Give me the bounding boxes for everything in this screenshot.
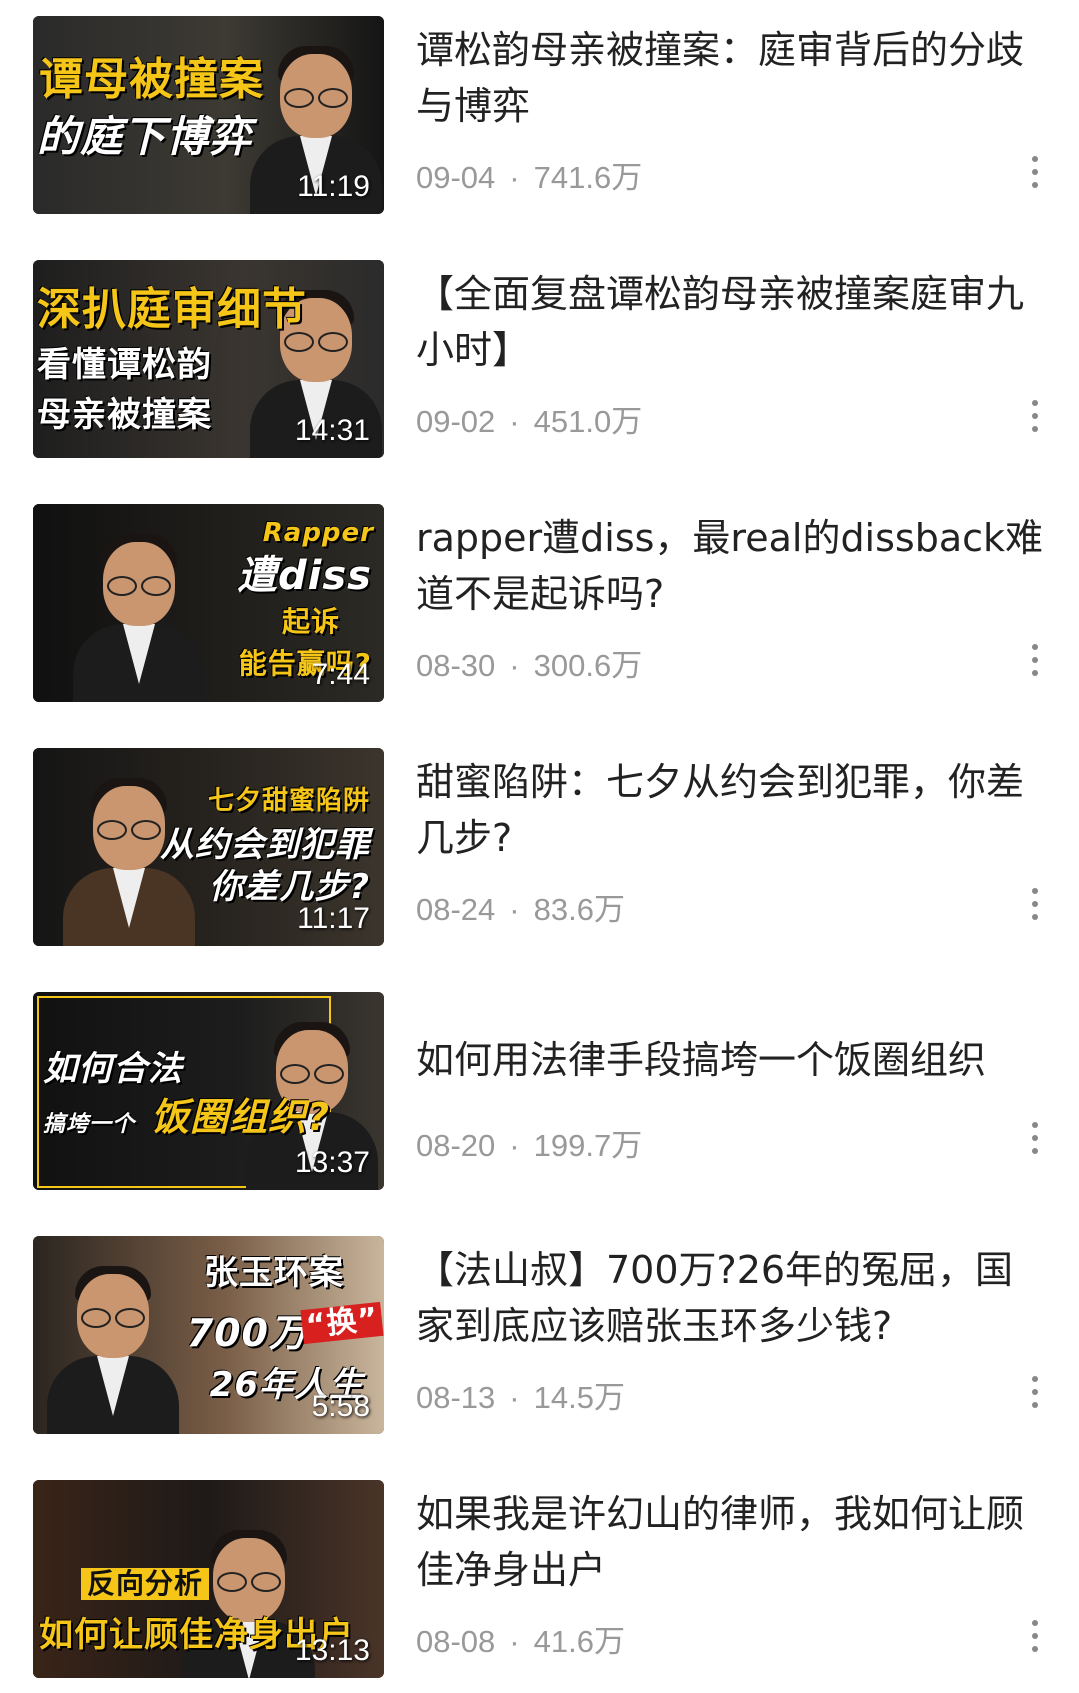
- thumbnail-overlay-text: 如何合法: [43, 1049, 183, 1089]
- more-vertical-icon[interactable]: [1030, 156, 1040, 192]
- video-meta: 08-24 · 83.6万: [416, 884, 625, 929]
- video-meta: 09-02 · 451.0万: [416, 396, 642, 441]
- thumbnail-overlay-text: 张玉环案: [204, 1253, 344, 1293]
- video-thumbnail[interactable]: 深扒庭审细节 看懂谭松韵 母亲被撞案 14:31: [33, 260, 384, 458]
- more-vertical-icon[interactable]: [1030, 888, 1040, 924]
- video-title[interactable]: 如果我是许幻山的律师，我如何让顾佳净身出户: [416, 1486, 1046, 1598]
- video-duration: 7:44: [311, 658, 370, 691]
- video-date: 09-02: [416, 404, 496, 439]
- video-duration: 13:37: [294, 1146, 370, 1179]
- thumbnail-overlay-text: 从约会到犯罪: [160, 825, 370, 865]
- thumbnail-overlay-text: 七夕甜蜜陷阱: [207, 786, 370, 816]
- presenter-image: [183, 1528, 315, 1678]
- video-meta: 08-20 · 199.7万: [416, 1120, 642, 1165]
- video-meta: 08-30 · 300.6万: [416, 640, 642, 685]
- thumbnail-overlay-text: 看懂谭松韵: [37, 345, 212, 385]
- video-item[interactable]: 谭母被撞案 的庭下博弈 11:19 谭松韵母亲被撞案：庭审背后的分歧与博弈 09…: [0, 16, 1079, 216]
- thumbnail-overlay-text: 搞垮一个: [43, 1112, 136, 1137]
- meta-separator: ·: [509, 648, 520, 683]
- video-date: 08-13: [416, 1380, 496, 1415]
- meta-separator: ·: [509, 1624, 520, 1659]
- video-duration: 11:17: [297, 902, 370, 935]
- thumbnail-overlay-text: 700万: [186, 1311, 308, 1355]
- meta-separator: ·: [509, 1128, 520, 1163]
- video-title[interactable]: 【全面复盘谭松韵母亲被撞案庭审九小时】: [416, 266, 1046, 378]
- video-item[interactable]: 张玉环案 700万 “换” 26年人生 5:58 【法山叔】700万?26年的冤…: [0, 1236, 1079, 1436]
- more-vertical-icon[interactable]: [1030, 1620, 1040, 1656]
- video-thumbnail[interactable]: Rapper 遭diss 起诉 能告赢吗? 7:44: [33, 504, 384, 702]
- more-vertical-icon[interactable]: [1030, 1376, 1040, 1412]
- video-thumbnail[interactable]: 谭母被撞案 的庭下博弈 11:19: [33, 16, 384, 214]
- more-vertical-icon[interactable]: [1030, 644, 1040, 680]
- video-views: 300.6万: [533, 648, 643, 683]
- video-title[interactable]: 【法山叔】700万?26年的冤屈，国家到底应该赔张玉环多少钱?: [416, 1242, 1046, 1354]
- video-item[interactable]: Rapper 遭diss 起诉 能告赢吗? 7:44 rapper遭diss，最…: [0, 504, 1079, 704]
- thumbnail-overlay-badge: 反向分析: [81, 1568, 210, 1600]
- meta-separator: ·: [509, 160, 520, 195]
- video-views: 41.6万: [533, 1624, 625, 1659]
- video-title[interactable]: 甜蜜陷阱：七夕从约会到犯罪，你差几步?: [416, 754, 1046, 866]
- video-views: 14.5万: [533, 1380, 625, 1415]
- presenter-image: [73, 532, 205, 702]
- thumbnail-overlay-text: 母亲被撞案: [37, 395, 212, 435]
- video-thumbnail[interactable]: 如何合法 搞垮一个 饭圈组织? 13:37: [33, 992, 384, 1190]
- thumbnail-overlay-text: 谭母被撞案: [39, 54, 264, 105]
- video-duration: 11:19: [297, 170, 370, 203]
- video-title[interactable]: 谭松韵母亲被撞案：庭审背后的分歧与博弈: [416, 22, 1046, 134]
- thumbnail-overlay-text: 的庭下博弈: [37, 112, 253, 161]
- more-vertical-icon[interactable]: [1030, 400, 1040, 436]
- video-duration: 13:13: [294, 1634, 370, 1667]
- thumbnail-overlay-text: 遭diss: [237, 553, 372, 599]
- video-item[interactable]: 七夕甜蜜陷阱 从约会到犯罪 你差几步? 11:17 甜蜜陷阱：七夕从约会到犯罪，…: [0, 748, 1079, 948]
- meta-separator: ·: [509, 1380, 520, 1415]
- thumbnail-overlay-text: 起诉: [281, 605, 340, 638]
- video-item[interactable]: 如何合法 搞垮一个 饭圈组织? 13:37 如何用法律手段搞垮一个饭圈组织 08…: [0, 992, 1079, 1192]
- video-item[interactable]: 反向分析 如何让顾佳净身出户 13:13 如果我是许幻山的律师，我如何让顾佳净身…: [0, 1480, 1079, 1680]
- meta-separator: ·: [509, 892, 520, 927]
- thumbnail-overlay-text: 饭圈组织?: [151, 1095, 331, 1139]
- meta-separator: ·: [509, 404, 520, 439]
- video-duration: 5:58: [311, 1390, 370, 1423]
- video-views: 741.6万: [533, 160, 643, 195]
- video-date: 08-08: [416, 1624, 496, 1659]
- video-meta: 08-13 · 14.5万: [416, 1372, 625, 1417]
- video-meta: 09-04 · 741.6万: [416, 152, 642, 197]
- video-date: 08-20: [416, 1128, 496, 1163]
- video-views: 199.7万: [533, 1128, 643, 1163]
- video-thumbnail[interactable]: 张玉环案 700万 “换” 26年人生 5:58: [33, 1236, 384, 1434]
- presenter-image: [47, 1264, 179, 1434]
- video-date: 09-04: [416, 160, 496, 195]
- thumbnail-overlay-text: Rapper: [262, 518, 374, 548]
- video-views: 451.0万: [533, 404, 643, 439]
- video-thumbnail[interactable]: 七夕甜蜜陷阱 从约会到犯罪 你差几步? 11:17: [33, 748, 384, 946]
- video-title[interactable]: rapper遭diss，最real的dissback难道不是起诉吗?: [416, 510, 1046, 622]
- more-vertical-icon[interactable]: [1030, 1122, 1040, 1158]
- video-date: 08-30: [416, 648, 496, 683]
- thumbnail-overlay-text: 深扒庭审细节: [37, 284, 307, 335]
- video-thumbnail[interactable]: 反向分析 如何让顾佳净身出户 13:13: [33, 1480, 384, 1678]
- thumbnail-overlay-text: 你差几步?: [209, 867, 370, 907]
- video-duration: 14:31: [294, 414, 370, 447]
- video-meta: 08-08 · 41.6万: [416, 1616, 625, 1661]
- video-date: 08-24: [416, 892, 496, 927]
- video-views: 83.6万: [533, 892, 625, 927]
- video-item[interactable]: 深扒庭审细节 看懂谭松韵 母亲被撞案 14:31 【全面复盘谭松韵母亲被撞案庭审…: [0, 260, 1079, 460]
- video-title[interactable]: 如何用法律手段搞垮一个饭圈组织: [416, 1032, 1046, 1088]
